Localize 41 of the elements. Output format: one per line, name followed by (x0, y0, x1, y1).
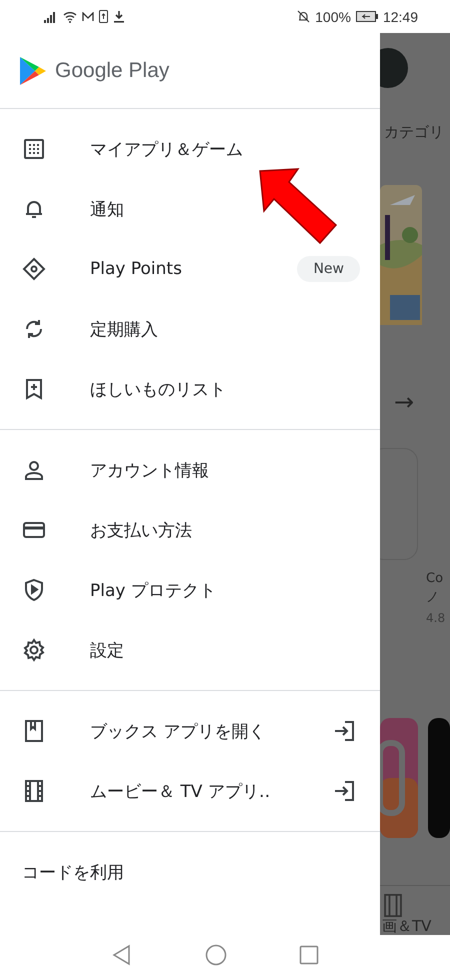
play-logo-icon (19, 56, 47, 86)
home-icon[interactable] (205, 944, 227, 966)
new-badge: New (297, 256, 360, 282)
app-title: Google Play (55, 58, 170, 82)
menu-item[interactable]: お支払い方法 (0, 500, 380, 560)
battery-icon (356, 11, 378, 22)
menu-item[interactable]: 設定 (0, 620, 380, 680)
menu-item[interactable]: Play プロテクト (0, 560, 380, 620)
menu-item[interactable]: マイアプリ＆ゲーム (0, 119, 380, 179)
clock-time: 12:49 (382, 8, 418, 24)
menu-item[interactable]: Play Points New (0, 239, 380, 299)
category-label: カテゴリ (384, 123, 444, 142)
film-icon (22, 779, 46, 803)
shield-icon (22, 578, 46, 602)
bell-off-icon (297, 10, 310, 23)
app-name: ノ (426, 589, 439, 606)
menu-item[interactable]: ブックス アプリを開く (0, 701, 380, 761)
wifi-icon (63, 10, 77, 22)
back-icon[interactable] (111, 944, 133, 966)
menu-item[interactable]: 通知 (0, 179, 380, 239)
film-icon (382, 894, 404, 917)
book-icon (22, 719, 46, 743)
menu-item[interactable]: アカウント情報 (0, 440, 380, 500)
signal-icon (44, 10, 58, 22)
menu-item[interactable]: 定期購入 (0, 299, 380, 359)
battery-percent: 100% (315, 8, 351, 24)
avatar (380, 48, 408, 88)
person-icon (22, 458, 46, 482)
download-icon (113, 10, 125, 23)
menu-item[interactable]: コードを利用 (0, 842, 380, 902)
diamond-icon (22, 257, 46, 281)
gear-icon (22, 638, 46, 662)
phone-icon (99, 10, 108, 23)
recents-icon[interactable] (299, 945, 319, 965)
app-name: Co (426, 571, 444, 586)
menu-item[interactable]: ほしいものリスト (0, 359, 380, 419)
arrow-icon: → (394, 388, 414, 416)
movies-label: 画＆TV (382, 917, 432, 935)
menu-item[interactable]: ムービー＆ TV アプリ‥ (0, 761, 380, 821)
grid-icon (22, 137, 46, 161)
mail-icon (82, 12, 94, 22)
